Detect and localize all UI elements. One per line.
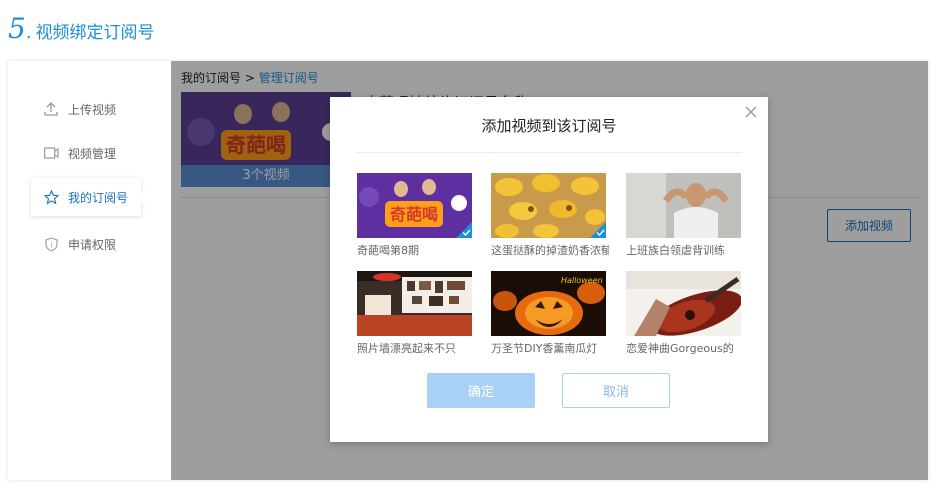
video-option[interactable]: Halloween 万圣节DIY香薰南瓜灯	[491, 271, 606, 356]
video-caption: 万圣节DIY香薰南瓜灯	[491, 342, 598, 355]
dialog-divider	[356, 152, 742, 153]
shield-icon: i	[43, 236, 59, 252]
video-caption: 恋爱神曲Gorgeous的	[626, 342, 734, 355]
confirm-button[interactable]: 确定	[427, 373, 535, 408]
check-icon	[596, 229, 605, 237]
video-option[interactable]: 这蛋挞酥的掉渣奶香浓郁	[491, 173, 609, 258]
sidebar-item-video-manage[interactable]: 视频管理	[31, 134, 141, 172]
video-thumbnail: 奇葩喝	[357, 173, 472, 238]
sidebar-item-my-subscriptions[interactable]: 我的订阅号	[31, 178, 147, 216]
step-heading: 5 . 视频绑定订阅号	[8, 14, 155, 44]
sidebar-item-label: 我的订阅号	[68, 190, 129, 205]
video-caption: 奇葩喝第8期	[357, 244, 419, 257]
step-title: 视频绑定订阅号	[35, 23, 155, 43]
star-icon	[43, 189, 59, 205]
video-caption: 上班族白领虐背训练	[626, 244, 725, 257]
step-dot: .	[25, 22, 32, 43]
svg-text:i: i	[50, 241, 52, 249]
sidebar-item-label: 申请权限	[68, 237, 117, 252]
video-thumbnail	[626, 173, 741, 238]
video-caption: 照片墙漂亮起来不只	[357, 342, 456, 355]
add-video-dialog: 添加视频到该订阅号 奇葩喝 奇葩喝第8期 这蛋挞酥的掉渣奶香浓郁 上班族白领虐背…	[330, 97, 768, 442]
video-thumbnail	[626, 271, 741, 336]
upload-icon	[43, 101, 59, 117]
video-caption: 这蛋挞酥的掉渣奶香浓郁	[491, 244, 609, 257]
video-thumbnail	[491, 173, 606, 238]
sidebar: 上传视频 视频管理 我的订阅号 i 申请权限	[8, 61, 171, 480]
sidebar-item-apply-permission[interactable]: i 申请权限	[31, 225, 141, 263]
sidebar-item-label: 上传视频	[68, 102, 117, 117]
sidebar-item-label: 视频管理	[68, 146, 117, 161]
video-option[interactable]: 照片墙漂亮起来不只	[357, 271, 472, 356]
step-number: 5	[8, 12, 26, 45]
svg-text:奇葩喝: 奇葩喝	[390, 205, 438, 224]
check-icon	[462, 229, 471, 237]
video-option[interactable]: 奇葩喝 奇葩喝第8期	[357, 173, 472, 258]
sidebar-item-upload[interactable]: 上传视频	[31, 90, 141, 128]
video-icon	[43, 145, 59, 161]
cancel-button[interactable]: 取消	[562, 373, 670, 408]
video-option[interactable]: 上班族白领虐背训练	[626, 173, 741, 258]
svg-text:Halloween: Halloween	[561, 276, 603, 285]
video-option[interactable]: 恋爱神曲Gorgeous的	[626, 271, 741, 356]
video-thumbnail: Halloween	[491, 271, 606, 336]
dialog-title: 添加视频到该订阅号	[481, 117, 617, 135]
close-icon[interactable]	[744, 105, 758, 119]
video-thumbnail	[357, 271, 472, 336]
